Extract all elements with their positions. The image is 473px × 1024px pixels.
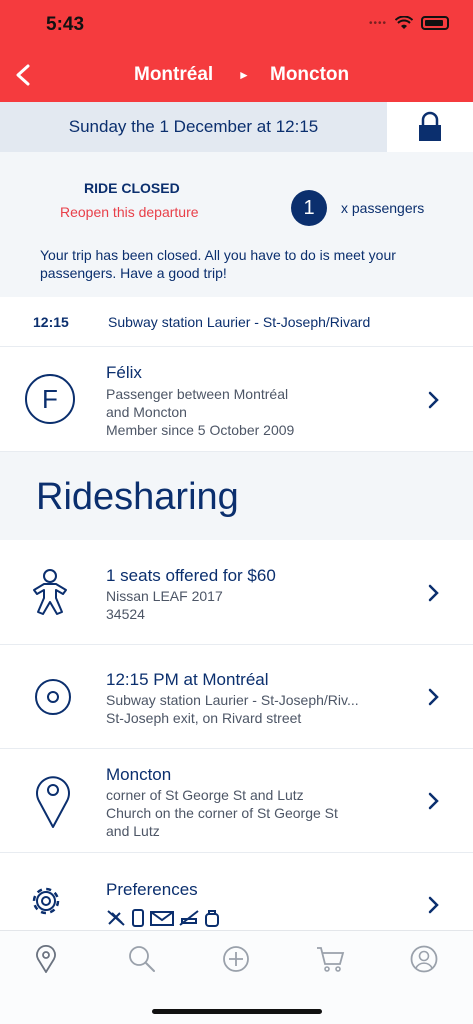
- date-row: Sunday the 1 December at 12:15: [0, 102, 473, 152]
- profile-icon: [410, 945, 438, 973]
- chevron-right-icon: [428, 391, 439, 409]
- phone-icon: [132, 909, 144, 927]
- passenger-route-line2: and Moncton: [106, 404, 187, 420]
- passenger-name: Félix: [106, 363, 142, 382]
- section-title: Ridesharing: [36, 476, 239, 518]
- vehicle-model: Nissan LEAF 2017: [106, 588, 223, 604]
- seats-offered: 1 seats offered for $60: [106, 566, 276, 585]
- passenger-count-badge: 1: [291, 190, 327, 226]
- pickup-time: 12:15: [33, 314, 69, 330]
- departure-row[interactable]: 12:15 PM at Montréal Subway station Laur…: [0, 645, 473, 749]
- battery-icon: [421, 16, 449, 30]
- arrival-city: Moncton: [106, 765, 172, 784]
- cart-icon: [317, 947, 345, 972]
- tab-map[interactable]: [30, 943, 62, 975]
- passenger-route-line1: Passenger between Montréal: [106, 386, 289, 402]
- nav-bar: Montréal ► Moncton: [0, 50, 473, 102]
- departure-exit: St-Joseph exit, on Rivard street: [106, 710, 302, 726]
- status-bar: 5:43 ••••: [0, 0, 473, 50]
- chevron-right-icon: [428, 688, 439, 706]
- lock-button[interactable]: [387, 102, 473, 152]
- backpack-icon: [205, 910, 219, 927]
- ride-closed-panel: RIDE CLOSED Reopen this departure 1 x pa…: [0, 152, 473, 297]
- departure-station: Subway station Laurier - St-Joseph/Riv..…: [106, 692, 359, 708]
- ride-closed-title: RIDE CLOSED: [84, 180, 180, 196]
- seats-row[interactable]: 1 seats offered for $60 Nissan LEAF 2017…: [0, 540, 473, 645]
- no-smoking-icon: [179, 910, 199, 926]
- departure-point-icon: [35, 679, 71, 715]
- tab-offer[interactable]: [220, 943, 252, 975]
- arrival-row[interactable]: Moncton corner of St George St and Lutz …: [0, 749, 473, 853]
- arrival-detail-cont: and Lutz: [106, 823, 160, 839]
- person-icon: [33, 569, 67, 615]
- passenger-initial: F: [42, 384, 58, 414]
- map-pin-icon: [36, 776, 70, 828]
- route-to: Moncton: [270, 64, 350, 85]
- status-icons: ••••: [369, 16, 449, 30]
- back-button[interactable]: [10, 58, 40, 92]
- gear-icon: [32, 887, 60, 915]
- ridesharing-section-header: Ridesharing: [0, 452, 473, 540]
- add-circle-icon: [223, 946, 249, 972]
- lock-icon: [419, 111, 441, 141]
- preferences-row[interactable]: Preferences: [0, 853, 473, 930]
- route-from: Montréal: [134, 64, 214, 85]
- home-indicator[interactable]: [152, 1009, 322, 1014]
- passenger-member-since: Member since 5 October 2009: [106, 422, 295, 438]
- location-pin-icon: [36, 945, 56, 973]
- preferences-title: Preferences: [106, 880, 198, 899]
- back-arrow-icon: [16, 64, 30, 86]
- pickup-station: Subway station Laurier - St-Joseph/Rivar…: [108, 314, 371, 330]
- arrival-address: corner of St George St and Lutz: [106, 787, 304, 803]
- passenger-avatar-icon: F: [25, 374, 75, 424]
- no-tools-icon: [107, 910, 125, 926]
- wifi-icon: [395, 16, 413, 29]
- reopen-departure-link[interactable]: Reopen this departure: [60, 204, 199, 220]
- vehicle-plate: 34524: [106, 606, 145, 622]
- departure-date: Sunday the 1 December at 12:15: [0, 102, 387, 152]
- search-icon: [129, 946, 155, 972]
- signal-icon: ••••: [368, 17, 387, 29]
- tab-profile[interactable]: [408, 943, 440, 975]
- chevron-right-icon: [428, 584, 439, 602]
- departure-time-place: 12:15 PM at Montréal: [106, 670, 269, 689]
- pickup-stop-row: 12:15 Subway station Laurier - St-Joseph…: [0, 297, 473, 347]
- passenger-row[interactable]: F Félix Passenger between Montréal and M…: [0, 347, 473, 452]
- closed-message: Your trip has been closed. All you have …: [40, 247, 396, 281]
- arrival-detail: Church on the corner of St George St: [106, 805, 338, 821]
- passenger-count-label: x passengers: [341, 200, 425, 216]
- route-arrow-icon: ►: [238, 68, 250, 82]
- tab-cart[interactable]: [314, 943, 346, 975]
- chevron-right-icon: [428, 792, 439, 810]
- tab-search[interactable]: [126, 943, 158, 975]
- mail-icon: [150, 911, 174, 926]
- chevron-right-icon: [428, 896, 439, 914]
- status-time: 5:43: [46, 14, 85, 35]
- preference-icons: [106, 909, 220, 927]
